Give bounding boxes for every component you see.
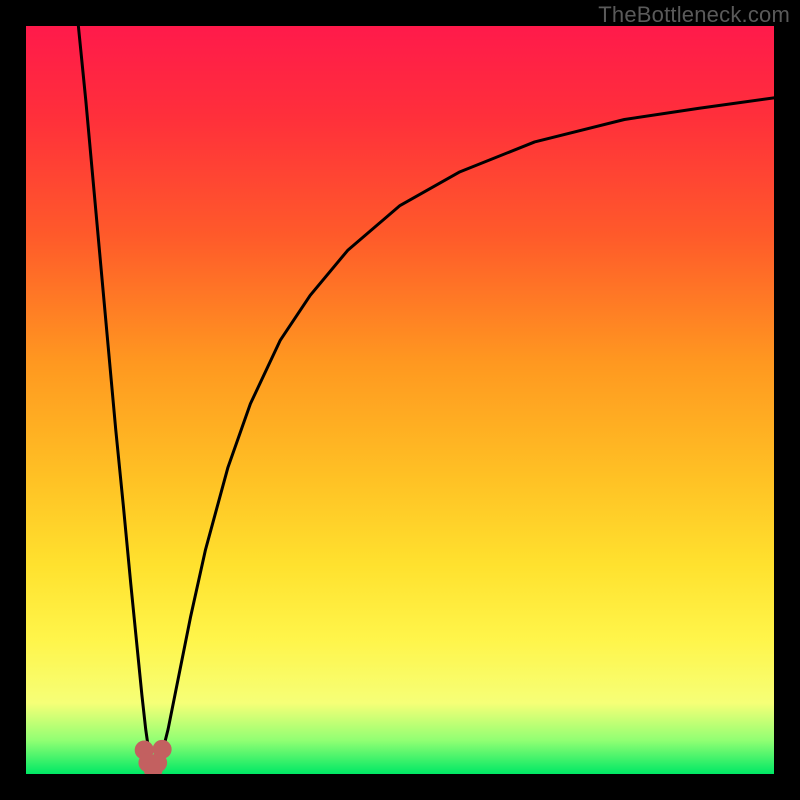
plot-area <box>26 26 774 774</box>
min-marker-dot <box>153 740 172 759</box>
chart-frame: TheBottleneck.com <box>0 0 800 800</box>
attribution-label: TheBottleneck.com <box>598 2 790 28</box>
chart-svg <box>26 26 774 774</box>
